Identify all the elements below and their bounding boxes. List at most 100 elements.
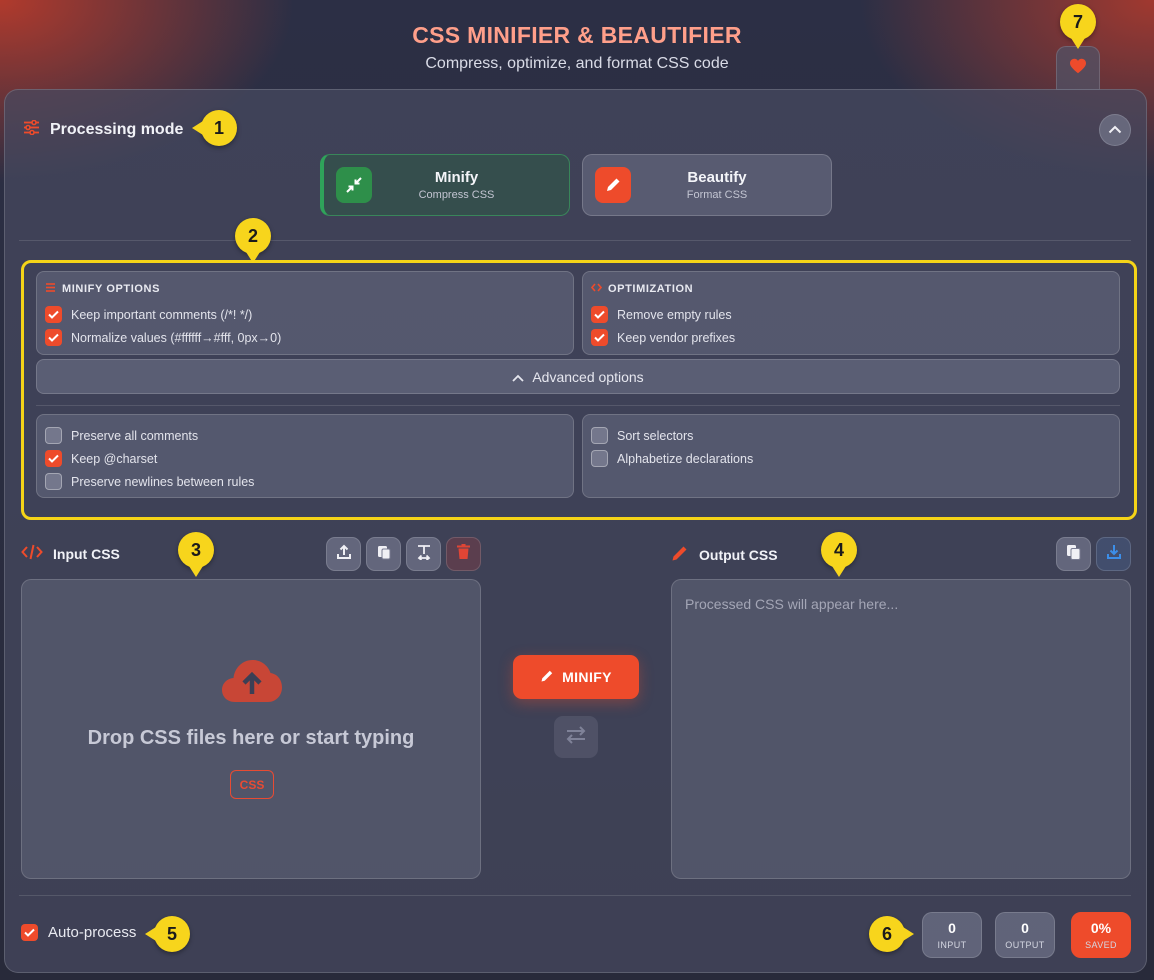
clear-button[interactable]: [446, 537, 481, 571]
stat-saved-value: 0%: [1090, 920, 1112, 936]
code-icon: [21, 544, 43, 563]
stat-saved: 0% SAVED: [1071, 912, 1131, 958]
checkbox-checked-icon[interactable]: [45, 329, 62, 346]
option-normalize-values[interactable]: Normalize values (#ffffff→#fff, 0px→0): [45, 326, 565, 349]
callout-badge-3: 3: [178, 532, 214, 577]
upload-button[interactable]: [326, 537, 361, 571]
checkbox-checked-icon[interactable]: [591, 329, 608, 346]
option-label: Preserve newlines between rules: [71, 474, 255, 489]
callout-badge-5: 5: [145, 916, 190, 952]
option-label: Normalize values (#ffffff→#fff, 0px→0): [71, 330, 282, 345]
collapse-button[interactable]: [1099, 114, 1131, 146]
code-small-icon: [590, 282, 603, 296]
download-output-button[interactable]: [1096, 537, 1131, 571]
input-css-editor[interactable]: Drop CSS files here or start typing CSS: [21, 579, 481, 879]
option-preserve-all-comments[interactable]: Preserve all comments: [45, 424, 565, 447]
stat-input-label: INPUT: [937, 940, 967, 950]
stat-input-value: 0: [948, 920, 956, 936]
sliders-icon: [23, 119, 40, 140]
option-keep-important-comments[interactable]: Keep important comments (/*! */): [45, 303, 565, 326]
option-preserve-newlines[interactable]: Preserve newlines between rules: [45, 470, 565, 493]
callout-badge-6: 6: [869, 916, 914, 952]
copy-output-button[interactable]: [1056, 537, 1091, 571]
swap-icon: [565, 725, 587, 749]
auto-process-toggle[interactable]: Auto-process: [21, 924, 136, 941]
chevron-up-icon: [1108, 121, 1122, 139]
checkbox-unchecked-icon[interactable]: [591, 427, 608, 444]
option-keep-charset[interactable]: Keep @charset: [45, 447, 565, 470]
checkbox-unchecked-icon[interactable]: [45, 427, 62, 444]
mode-beautify-desc: Format CSS: [686, 189, 748, 201]
clipboard-icon: [377, 544, 391, 565]
stat-output-label: OUTPUT: [1005, 940, 1045, 950]
divider: [19, 895, 1131, 896]
chevron-up-icon: [512, 369, 524, 385]
pencil-icon: [595, 167, 631, 203]
stat-saved-label: SAVED: [1085, 940, 1117, 950]
format-text-button[interactable]: [406, 537, 441, 571]
option-keep-vendor-prefixes[interactable]: Keep vendor prefixes: [591, 326, 1111, 349]
advanced-left-box: Preserve all comments Keep @charset Pres…: [36, 414, 574, 498]
checkbox-unchecked-icon[interactable]: [45, 473, 62, 490]
mode-beautify-card[interactable]: Beautify Format CSS: [582, 154, 832, 216]
checkbox-unchecked-icon[interactable]: [591, 450, 608, 467]
option-label: Alphabetize declarations: [617, 451, 754, 466]
option-label: Keep important comments (/*! */): [71, 307, 253, 322]
copy-icon: [1066, 544, 1081, 565]
minify-options-header: MINIFY OPTIONS: [62, 283, 161, 295]
minify-button-label: MINIFY: [562, 669, 612, 685]
callout-badge-1: 1: [192, 110, 237, 146]
option-label: Sort selectors: [617, 428, 694, 443]
checkbox-checked-icon[interactable]: [45, 450, 62, 467]
option-label: Remove empty rules: [617, 307, 732, 322]
option-alphabetize-declarations[interactable]: Alphabetize declarations: [591, 447, 1111, 470]
mode-minify-name: Minify: [434, 169, 479, 186]
pencil-icon: [540, 669, 554, 686]
download-icon: [1106, 544, 1122, 565]
minify-options-box: MINIFY OPTIONS Keep important comments (…: [36, 271, 574, 355]
stat-input: 0 INPUT: [922, 912, 982, 958]
optimization-options-box: OPTIMIZATION Remove empty rules Keep ven…: [582, 271, 1120, 355]
trash-icon: [457, 544, 470, 564]
stat-output-value: 0: [1021, 920, 1029, 936]
stat-output: 0 OUTPUT: [995, 912, 1055, 958]
divider: [36, 405, 1120, 406]
auto-process-label: Auto-process: [48, 924, 137, 941]
output-css-editor[interactable]: Processed CSS will appear here...: [671, 579, 1131, 879]
option-label: Keep @charset: [71, 451, 158, 466]
advanced-options-label: Advanced options: [532, 368, 644, 385]
output-css-label: Output CSS: [671, 544, 778, 565]
checkbox-checked-icon[interactable]: [21, 924, 38, 941]
input-css-title: Input CSS: [53, 545, 120, 562]
pencil-icon: [671, 544, 689, 565]
option-label: Keep vendor prefixes: [617, 330, 736, 345]
text-format-icon: [416, 544, 432, 565]
option-sort-selectors[interactable]: Sort selectors: [591, 424, 1111, 447]
output-placeholder: Processed CSS will appear here...: [685, 596, 899, 612]
app-title: CSS MINIFIER & BEAUTIFIER: [412, 22, 742, 48]
minify-button[interactable]: MINIFY: [513, 655, 639, 699]
paste-button[interactable]: [366, 537, 401, 571]
heart-icon: [1069, 58, 1087, 79]
callout-badge-2: 2: [235, 218, 271, 263]
option-remove-empty-rules[interactable]: Remove empty rules: [591, 303, 1111, 326]
checkbox-checked-icon[interactable]: [45, 306, 62, 323]
mode-minify-card[interactable]: Minify Compress CSS: [320, 154, 570, 216]
favorite-button[interactable]: [1056, 46, 1100, 90]
callout-badge-7: 7: [1060, 4, 1096, 49]
advanced-options-toggle[interactable]: Advanced options: [36, 359, 1120, 394]
app-header: CSS MINIFIER & BEAUTIFIER Compress, opti…: [0, 22, 1154, 73]
main-panel: Processing mode Minify Compress CSS Beau…: [4, 89, 1147, 973]
input-css-label: Input CSS: [21, 544, 120, 563]
mode-minify-desc: Compress CSS: [418, 189, 495, 201]
compress-small-icon: [45, 282, 56, 296]
cloud-upload-icon: [221, 658, 283, 709]
checkbox-checked-icon[interactable]: [591, 306, 608, 323]
swap-button[interactable]: [554, 716, 598, 758]
options-section: MINIFY OPTIONS Keep important comments (…: [21, 260, 1137, 520]
processing-mode-header: Processing mode: [23, 119, 183, 140]
option-label: Preserve all comments: [71, 428, 199, 443]
upload-icon: [336, 544, 352, 565]
app-subtitle: Compress, optimize, and format CSS code: [425, 55, 729, 72]
mode-beautify-name: Beautify: [687, 169, 747, 186]
